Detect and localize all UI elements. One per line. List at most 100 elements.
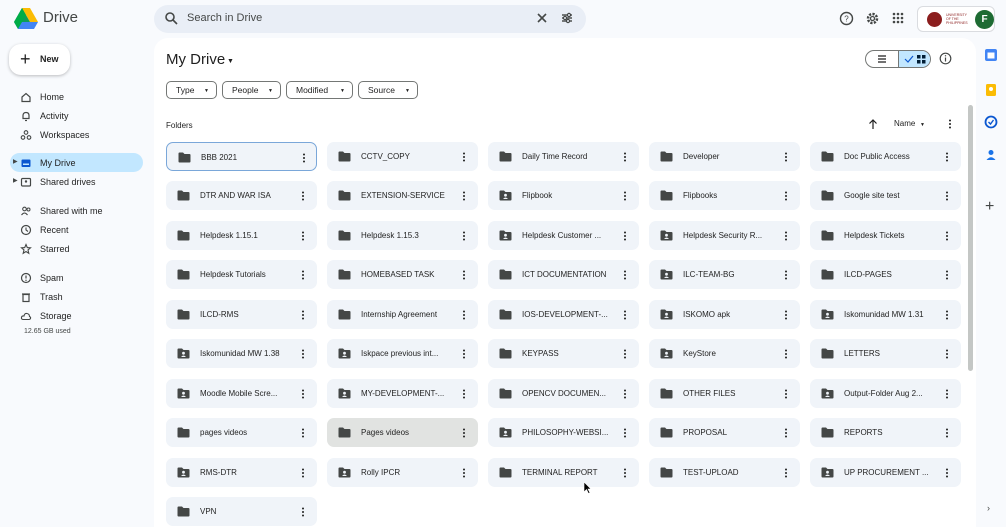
grid-view-button[interactable] xyxy=(898,51,930,67)
folder-item[interactable]: CCTV_COPY xyxy=(327,142,478,171)
avatar[interactable]: F xyxy=(975,10,994,29)
more-actions-icon[interactable] xyxy=(460,388,468,400)
folder-item[interactable]: ILCD-PAGES xyxy=(810,260,961,289)
more-actions-icon[interactable] xyxy=(299,230,307,242)
more-actions-icon[interactable] xyxy=(782,467,790,479)
folder-item[interactable]: Internship Agreement xyxy=(327,300,478,329)
sidebar-item-shared-with-me[interactable]: Shared with me xyxy=(10,201,143,220)
more-actions-icon[interactable] xyxy=(782,388,790,400)
keep-icon[interactable] xyxy=(984,83,998,97)
sort-by-name-button[interactable]: Name xyxy=(894,119,915,128)
more-actions-icon[interactable] xyxy=(943,309,951,321)
folder-item[interactable]: Iskomunidad MW 1.31 xyxy=(810,300,961,329)
folder-item[interactable]: Helpdesk 1.15.3 xyxy=(327,221,478,250)
sidebar-item-my-drive[interactable]: ▶ My Drive xyxy=(10,153,143,172)
sort-direction-arrow-icon[interactable] xyxy=(867,118,879,130)
folder-item[interactable]: LETTERS xyxy=(810,339,961,368)
search-icon[interactable] xyxy=(164,11,178,25)
more-actions-icon[interactable] xyxy=(943,151,951,163)
filter-chip-source[interactable]: Source ▼ xyxy=(358,81,418,99)
folder-item[interactable]: ISKOMO apk xyxy=(649,300,800,329)
folder-item[interactable]: DTR AND WAR ISA xyxy=(166,181,317,210)
search-bar[interactable]: Search in Drive xyxy=(154,5,586,33)
folder-item[interactable]: BBB 2021 xyxy=(166,142,317,171)
more-actions-icon[interactable] xyxy=(300,152,308,164)
more-actions-icon[interactable] xyxy=(460,190,468,202)
tasks-icon[interactable] xyxy=(984,115,998,129)
folder-item[interactable]: TERMINAL REPORT xyxy=(488,458,639,487)
folder-item[interactable]: MY-DEVELOPMENT-... xyxy=(327,379,478,408)
folder-item[interactable]: RMS-DTR xyxy=(166,458,317,487)
drive-logo-icon[interactable] xyxy=(14,8,38,29)
more-actions-icon[interactable] xyxy=(460,230,468,242)
app-name[interactable]: Drive xyxy=(43,9,78,26)
folder-item[interactable]: Daily Time Record xyxy=(488,142,639,171)
more-actions-icon[interactable] xyxy=(782,309,790,321)
more-actions-icon[interactable] xyxy=(782,230,790,242)
more-actions-icon[interactable] xyxy=(782,151,790,163)
sidebar-item-storage[interactable]: Storage xyxy=(10,306,143,325)
more-actions-icon[interactable] xyxy=(299,388,307,400)
sidebar-item-recent[interactable]: Recent xyxy=(10,220,143,239)
more-actions-icon[interactable] xyxy=(621,388,629,400)
more-actions-icon[interactable] xyxy=(460,269,468,281)
more-actions-icon[interactable] xyxy=(460,348,468,360)
more-actions-icon[interactable] xyxy=(621,427,629,439)
folder-item[interactable]: Developer xyxy=(649,142,800,171)
folder-item[interactable]: Output-Folder Aug 2... xyxy=(810,379,961,408)
collapse-panel-icon[interactable]: › xyxy=(987,503,990,513)
folder-item[interactable]: Moodle Mobile Scre... xyxy=(166,379,317,408)
page-title[interactable]: My Drive xyxy=(166,51,225,68)
more-actions-icon[interactable] xyxy=(943,388,951,400)
account-button[interactable]: UNIVERSITY OF THE PHILIPPINES F xyxy=(917,6,995,32)
more-actions-icon[interactable] xyxy=(782,269,790,281)
info-icon[interactable] xyxy=(939,52,952,65)
folder-item[interactable]: Doc Public Access xyxy=(810,142,961,171)
folder-item[interactable]: EXTENSION-SERVICE xyxy=(327,181,478,210)
more-actions-icon[interactable] xyxy=(621,230,629,242)
more-actions-icon[interactable] xyxy=(299,190,307,202)
clear-search-icon[interactable] xyxy=(535,11,549,25)
more-actions-icon[interactable] xyxy=(460,151,468,163)
more-actions-icon[interactable] xyxy=(782,190,790,202)
folder-item[interactable]: Google site test xyxy=(810,181,961,210)
search-options-icon[interactable] xyxy=(560,11,574,25)
folder-item[interactable]: KeyStore xyxy=(649,339,800,368)
more-actions-icon[interactable] xyxy=(460,309,468,321)
sidebar-item-home[interactable]: Home xyxy=(10,87,143,106)
folder-item[interactable]: Helpdesk Tutorials xyxy=(166,260,317,289)
more-vert-icon[interactable] xyxy=(946,118,954,130)
folder-item[interactable]: VPN xyxy=(166,497,317,526)
list-view-button[interactable] xyxy=(866,51,898,67)
help-icon[interactable]: ? xyxy=(839,11,854,26)
more-actions-icon[interactable] xyxy=(460,427,468,439)
folder-item[interactable]: Flipbooks xyxy=(649,181,800,210)
folder-item[interactable]: KEYPASS xyxy=(488,339,639,368)
folder-item[interactable]: REPORTS xyxy=(810,418,961,447)
calendar-icon[interactable] xyxy=(984,48,998,62)
folder-item[interactable]: HOMEBASED TASK xyxy=(327,260,478,289)
more-actions-icon[interactable] xyxy=(621,467,629,479)
expand-caret-icon[interactable]: ▶ xyxy=(13,177,18,184)
sidebar-item-trash[interactable]: Trash xyxy=(10,287,143,306)
sidebar-item-activity[interactable]: Activity xyxy=(10,106,143,125)
folder-item[interactable]: PHILOSOPHY-WEBSI... xyxy=(488,418,639,447)
expand-caret-icon[interactable]: ▶ xyxy=(13,158,18,165)
folder-item[interactable]: OTHER FILES xyxy=(649,379,800,408)
filter-chip-type[interactable]: Type ▼ xyxy=(166,81,217,99)
more-actions-icon[interactable] xyxy=(299,427,307,439)
sort-caret-icon[interactable]: ▼ xyxy=(920,122,925,128)
more-actions-icon[interactable] xyxy=(943,467,951,479)
sidebar-item-starred[interactable]: Starred xyxy=(10,239,143,258)
folder-item[interactable]: ILC-TEAM-BG xyxy=(649,260,800,289)
folder-item[interactable]: UP PROCUREMENT ... xyxy=(810,458,961,487)
folder-item[interactable]: TEST-UPLOAD xyxy=(649,458,800,487)
folder-item[interactable]: OPENCV DOCUMEN... xyxy=(488,379,639,408)
folder-item[interactable]: Helpdesk 1.15.1 xyxy=(166,221,317,250)
more-actions-icon[interactable] xyxy=(621,269,629,281)
more-actions-icon[interactable] xyxy=(943,427,951,439)
folder-item[interactable]: Iskomunidad MW 1.38 xyxy=(166,339,317,368)
folder-item[interactable]: Helpdesk Customer ... xyxy=(488,221,639,250)
title-dropdown-icon[interactable]: ▼ xyxy=(227,58,234,65)
folder-item[interactable]: pages videos xyxy=(166,418,317,447)
